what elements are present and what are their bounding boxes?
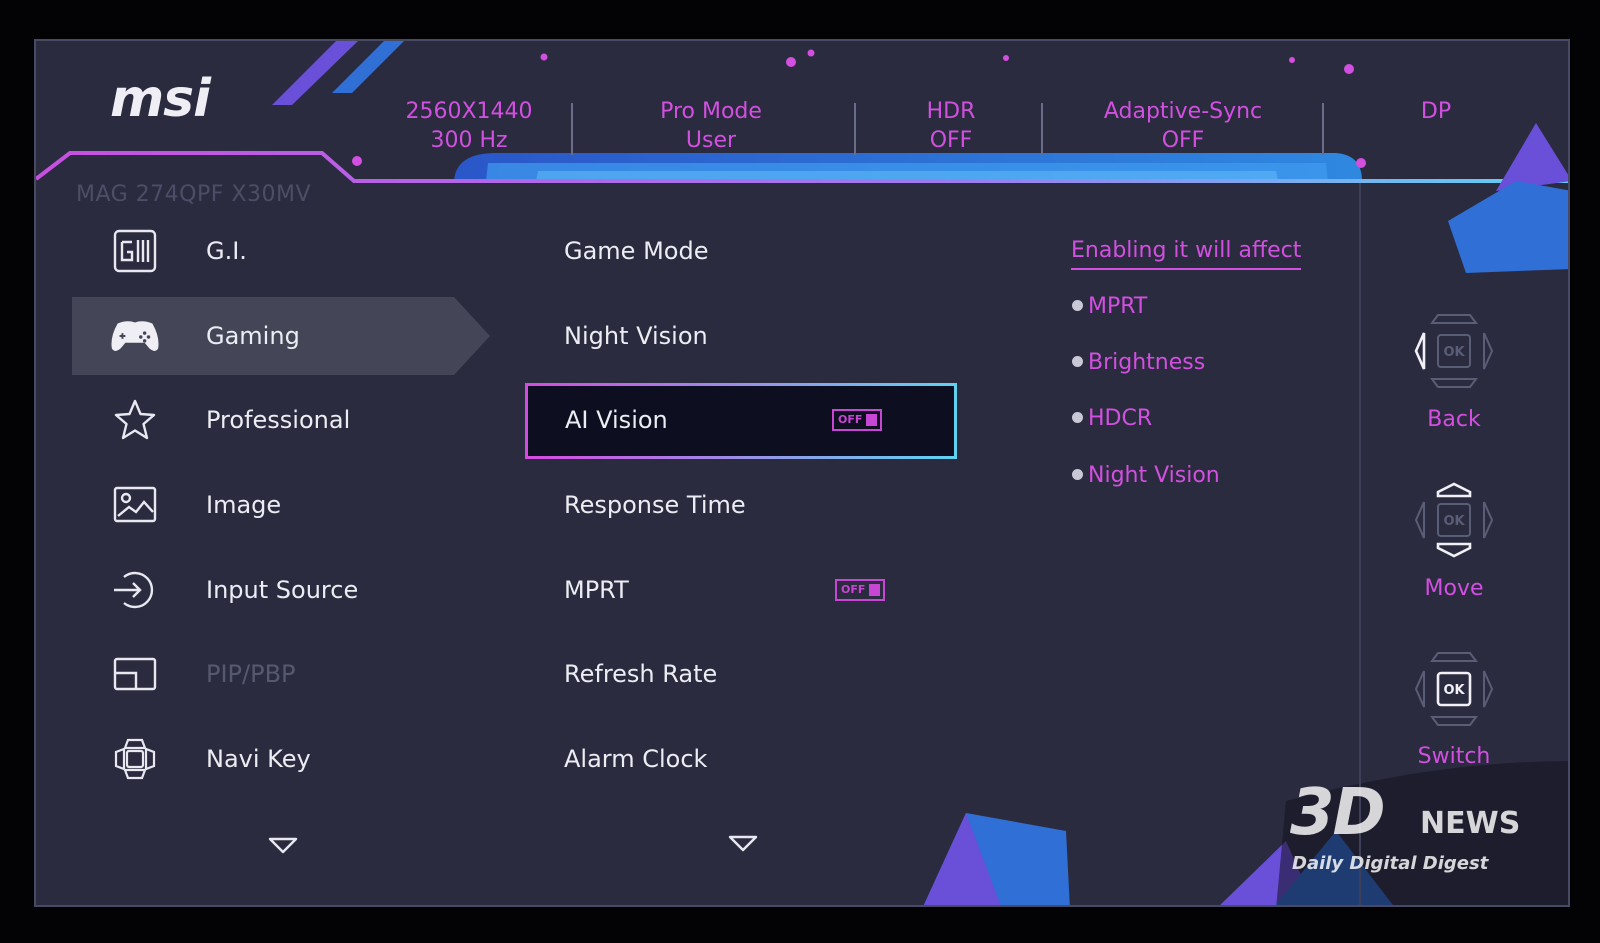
status-input: DP <box>1420 99 1452 124</box>
status-divider <box>1322 103 1324 155</box>
navi-key-icon <box>114 738 156 780</box>
submenu-item-refresh-rate[interactable]: Refresh Rate <box>530 640 948 710</box>
msi-logo: msi <box>110 69 211 129</box>
status-divider <box>1041 103 1043 155</box>
bullet-icon <box>1072 469 1083 480</box>
mprt-toggle[interactable]: OFF <box>835 579 885 601</box>
bullet-icon <box>1072 300 1083 311</box>
key-label-switch: Switch <box>1417 744 1491 769</box>
info-title: Enabling it will affect <box>1071 238 1302 270</box>
input-source-icon <box>114 571 154 609</box>
submenu-item-mprt[interactable]: MPRT OFF <box>530 556 948 626</box>
joystick-back-icon: OK <box>1414 314 1494 388</box>
status-pro-mode: Pro Mode User <box>660 99 762 153</box>
star-icon <box>114 399 156 440</box>
bullet-icon <box>1072 412 1083 423</box>
info-item: HDCR <box>1072 406 1152 431</box>
info-item: Brightness <box>1072 350 1205 375</box>
nav-item-navi-key[interactable]: Navi Key <box>72 720 482 798</box>
bullet-icon <box>1072 356 1083 367</box>
info-item: MPRT <box>1072 294 1147 319</box>
image-icon <box>113 486 157 523</box>
joystick-move-icon: OK <box>1414 482 1494 558</box>
pip-icon <box>113 657 157 691</box>
watermark-tagline: Daily Digital Digest <box>1292 853 1489 874</box>
nav-item-gaming[interactable]: Gaming <box>72 297 490 375</box>
status-adaptive-sync: Adaptive-Sync OFF <box>1103 99 1263 153</box>
key-label-back: Back <box>1427 407 1481 432</box>
submenu-item-alarm-clock[interactable]: Alarm Clock <box>530 725 948 795</box>
toggle-knob <box>866 414 877 426</box>
submenu-scroll-down-icon[interactable] <box>728 835 758 853</box>
watermark-3d: 3D <box>1290 776 1386 850</box>
submenu-item-response-time[interactable]: Response Time <box>530 471 948 541</box>
joystick-switch-icon: OK <box>1414 652 1494 726</box>
nav-scroll-down-icon[interactable] <box>268 837 298 855</box>
watermark-news: NEWS <box>1420 806 1521 841</box>
ok-label: OK <box>1443 345 1465 360</box>
nav-item-image[interactable]: Image <box>72 466 482 544</box>
submenu-item-game-mode[interactable]: Game Mode <box>530 217 948 287</box>
model-name: MAG 274QPF X30MV <box>76 182 312 207</box>
nav-item-professional[interactable]: Professional <box>72 381 482 459</box>
ai-vision-toggle[interactable]: OFF <box>832 409 882 431</box>
status-divider <box>854 103 856 155</box>
ok-label: OK <box>1443 683 1465 698</box>
submenu-item-ai-vision[interactable]: AI Vision OFF <box>525 383 957 459</box>
submenu-item-night-vision[interactable]: Night Vision <box>530 302 948 372</box>
status-divider <box>571 103 573 155</box>
key-label-move: Move <box>1424 576 1484 601</box>
nav-item-pip-pbp[interactable]: PIP/PBP <box>72 635 482 713</box>
gamepad-icon <box>111 321 159 351</box>
status-hdr: HDR OFF <box>926 99 976 153</box>
toggle-knob <box>869 584 880 596</box>
nav-item-gi[interactable]: G.I. <box>72 212 482 290</box>
nav-item-input-source[interactable]: Input Source <box>72 551 482 629</box>
status-resolution: 2560X1440 300 Hz <box>405 99 533 153</box>
gi-icon <box>113 229 157 273</box>
info-item: Night Vision <box>1072 463 1220 488</box>
ok-label: OK <box>1443 514 1465 529</box>
